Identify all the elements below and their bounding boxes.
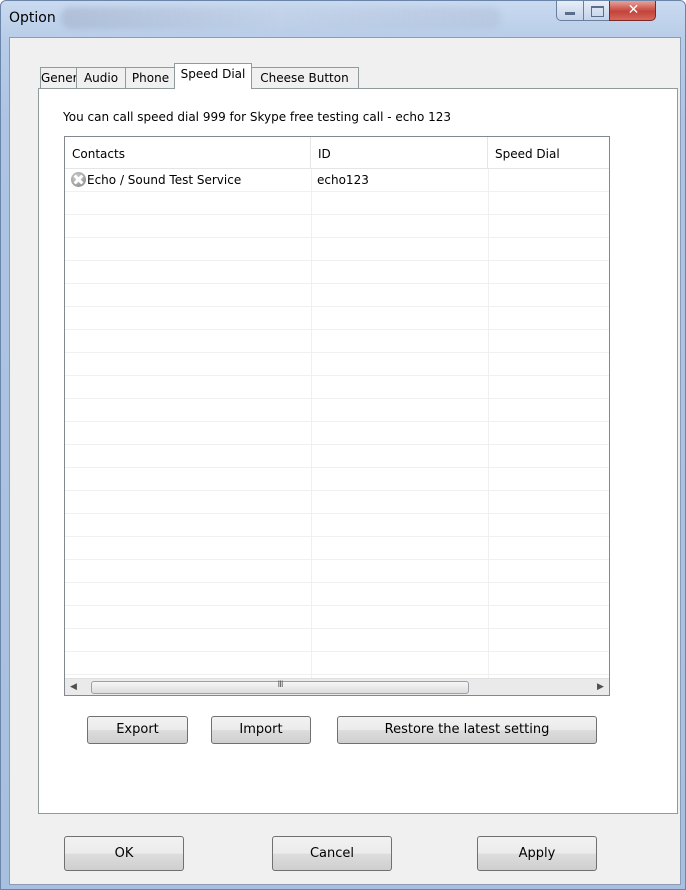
apply-button[interactable]: Apply bbox=[477, 836, 597, 871]
table-row bbox=[65, 491, 609, 514]
table-row bbox=[65, 353, 609, 376]
speed-dial-info-text: You can call speed dial 999 for Skype fr… bbox=[63, 110, 452, 124]
table-row bbox=[65, 537, 609, 560]
column-header-speed-dial[interactable]: Speed Dial bbox=[488, 137, 609, 168]
table-row bbox=[65, 399, 609, 422]
minimize-button[interactable] bbox=[556, 1, 584, 21]
column-header-id[interactable]: ID bbox=[311, 137, 488, 168]
list-rows: Echo / Sound Test Service echo123 bbox=[65, 169, 609, 679]
blurred-title-background bbox=[61, 7, 501, 29]
contact-name-cell: Echo / Sound Test Service bbox=[87, 173, 242, 187]
offline-status-icon bbox=[71, 172, 86, 187]
tab-phone[interactable]: Phone bbox=[125, 67, 176, 88]
option-window: Option ✕ General Audio Phone Speed Dial … bbox=[0, 0, 686, 890]
table-row bbox=[65, 422, 609, 445]
table-row bbox=[65, 468, 609, 491]
close-button[interactable]: ✕ bbox=[609, 1, 656, 21]
table-row bbox=[65, 284, 609, 307]
close-icon: ✕ bbox=[627, 2, 640, 18]
tab-general[interactable]: General bbox=[40, 67, 88, 88]
maximize-icon bbox=[591, 6, 604, 17]
tab-cheese-button[interactable]: Cheese Button bbox=[250, 67, 359, 88]
table-row bbox=[65, 652, 609, 675]
contacts-list[interactable]: Contacts ID Speed Dial Echo / Sound Test… bbox=[64, 136, 610, 696]
cancel-button[interactable]: Cancel bbox=[272, 836, 392, 871]
contact-id-cell: echo123 bbox=[317, 173, 369, 187]
table-row[interactable]: Echo / Sound Test Service echo123 bbox=[65, 169, 609, 192]
maximize-button[interactable] bbox=[583, 1, 610, 21]
table-row bbox=[65, 606, 609, 629]
table-row bbox=[65, 238, 609, 261]
table-row bbox=[65, 629, 609, 652]
scrollbar-grip: III bbox=[277, 680, 284, 690]
restore-latest-setting-button[interactable]: Restore the latest setting bbox=[337, 716, 597, 744]
table-row bbox=[65, 215, 609, 238]
list-header: Contacts ID Speed Dial bbox=[65, 137, 609, 169]
table-row bbox=[65, 261, 609, 284]
table-row bbox=[65, 376, 609, 399]
ok-button[interactable]: OK bbox=[64, 836, 184, 871]
horizontal-scrollbar[interactable]: ◀ III ▶ bbox=[65, 678, 609, 695]
scroll-left-arrow-icon[interactable]: ◀ bbox=[65, 679, 82, 695]
export-button[interactable]: Export bbox=[87, 716, 188, 744]
table-row bbox=[65, 583, 609, 606]
tab-audio[interactable]: Audio bbox=[76, 67, 126, 88]
window-title: Option bbox=[9, 10, 56, 26]
scrollbar-thumb[interactable]: III bbox=[91, 680, 469, 694]
dialog-client-area: General Audio Phone Speed Dial Cheese Bu… bbox=[9, 37, 681, 885]
table-row bbox=[65, 307, 609, 330]
table-row bbox=[65, 514, 609, 537]
table-row bbox=[65, 192, 609, 215]
table-row bbox=[65, 445, 609, 468]
import-button[interactable]: Import bbox=[211, 716, 311, 744]
scroll-right-arrow-icon[interactable]: ▶ bbox=[592, 679, 609, 695]
contact-speed-dial-cell[interactable] bbox=[488, 169, 609, 191]
table-row bbox=[65, 330, 609, 353]
table-row bbox=[65, 560, 609, 583]
column-header-contacts[interactable]: Contacts bbox=[65, 137, 311, 168]
minimize-icon bbox=[565, 12, 575, 15]
title-bar[interactable]: Option ✕ bbox=[1, 1, 685, 37]
speed-dial-panel: You can call speed dial 999 for Skype fr… bbox=[38, 88, 678, 814]
tab-speed-dial[interactable]: Speed Dial bbox=[174, 63, 252, 89]
